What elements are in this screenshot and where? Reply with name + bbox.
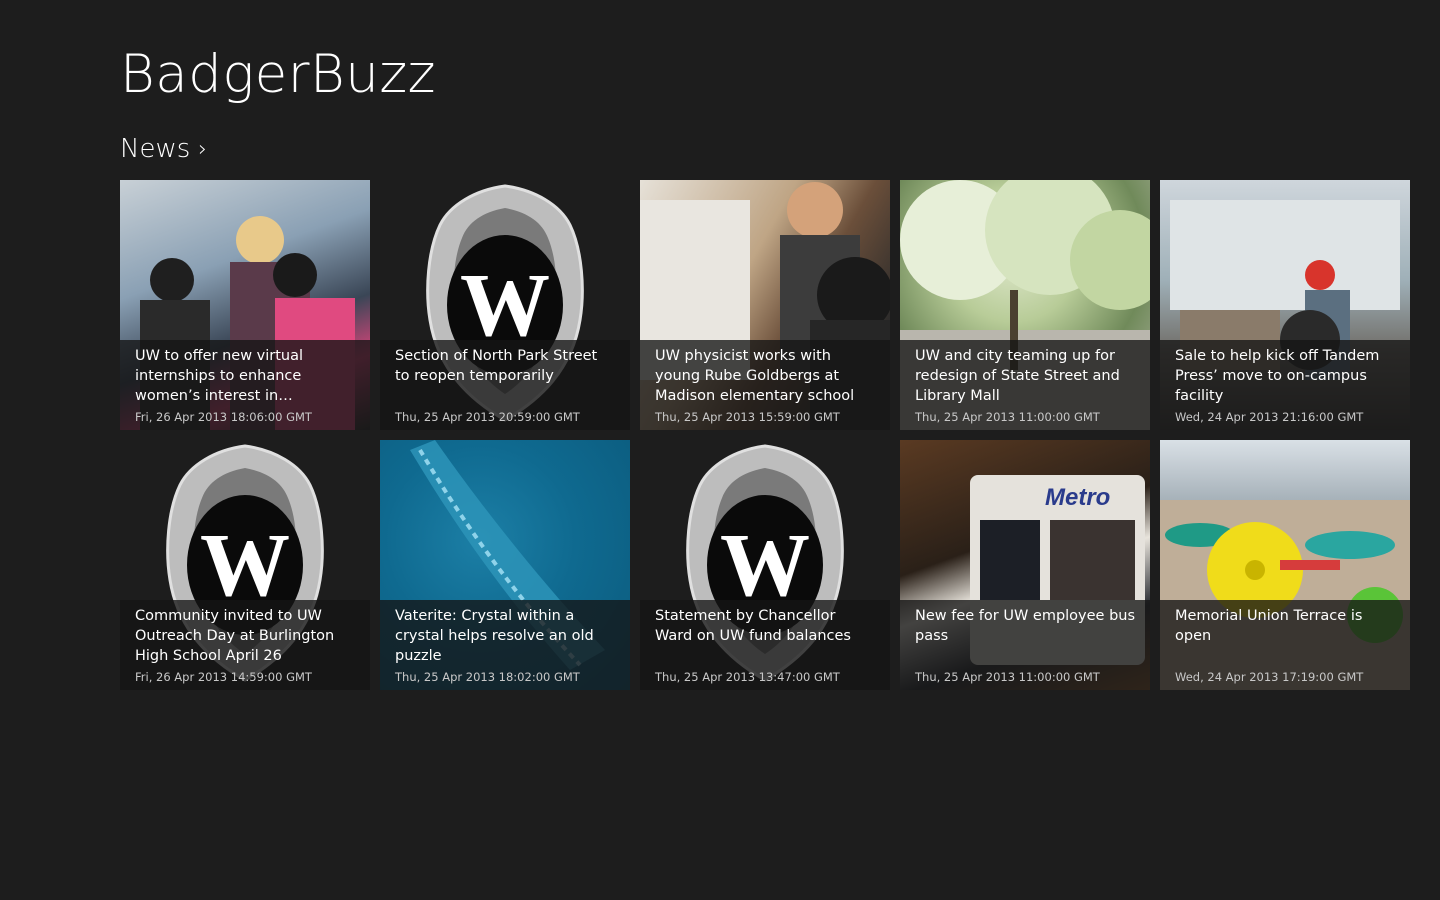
tile-headline: UW and city teaming up for redesign of S… xyxy=(915,348,1120,404)
news-tile[interactable]: Metro New fee for UW employee bus pass T… xyxy=(900,440,1150,690)
tile-date: Thu, 25 Apr 2013 13:47:00 GMT xyxy=(655,670,840,684)
tile-headline: UW physicist works with young Rube Goldb… xyxy=(655,348,855,404)
tile-caption: Sale to help kick off Tandem Press’ move… xyxy=(1160,340,1410,430)
tile-headline: Section of North Park Street to reopen t… xyxy=(395,348,598,384)
news-tile[interactable]: UW to offer new virtual internships to e… xyxy=(120,180,370,430)
tile-headline: Community invited to UW Outreach Day at … xyxy=(135,608,335,664)
tile-date: Fri, 26 Apr 2013 18:06:00 GMT xyxy=(135,410,312,424)
tile-date: Thu, 25 Apr 2013 15:59:00 GMT xyxy=(655,410,840,424)
news-tile[interactable]: Memorial Union Terrace is open Wed, 24 A… xyxy=(1160,440,1410,690)
tile-headline: Statement by Chancellor Ward on UW fund … xyxy=(655,608,851,644)
news-tile[interactable]: Vaterite: Crystal within a crystal helps… xyxy=(380,440,630,690)
tile-caption: Vaterite: Crystal within a crystal helps… xyxy=(380,600,630,690)
news-tile[interactable]: Sale to help kick off Tandem Press’ move… xyxy=(1160,180,1410,430)
tile-headline: Memorial Union Terrace is open xyxy=(1175,608,1363,644)
tile-caption: UW to offer new virtual internships to e… xyxy=(120,340,370,430)
tile-date: Wed, 24 Apr 2013 21:16:00 GMT xyxy=(1175,410,1364,424)
tile-caption: Memorial Union Terrace is open Wed, 24 A… xyxy=(1160,600,1410,690)
app-title: BadgerBuzz xyxy=(120,44,436,105)
section-title: News xyxy=(120,134,191,164)
tile-headline: UW to offer new virtual internships to e… xyxy=(135,348,304,404)
tile-caption: New fee for UW employee bus pass Thu, 25… xyxy=(900,600,1150,690)
news-tile[interactable]: W Statement by Chancellor Ward on UW fun… xyxy=(640,440,890,690)
news-tile[interactable]: UW and city teaming up for redesign of S… xyxy=(900,180,1150,430)
news-tile[interactable]: UW physicist works with young Rube Goldb… xyxy=(640,180,890,430)
tile-caption: UW and city teaming up for redesign of S… xyxy=(900,340,1150,430)
section-header-news[interactable]: News › xyxy=(120,134,207,164)
tile-date: Wed, 24 Apr 2013 17:19:00 GMT xyxy=(1175,670,1364,684)
tile-date: Thu, 25 Apr 2013 20:59:00 GMT xyxy=(395,410,580,424)
tile-date: Fri, 26 Apr 2013 14:59:00 GMT xyxy=(135,670,312,684)
chevron-right-icon: › xyxy=(198,136,208,162)
tile-caption: Section of North Park Street to reopen t… xyxy=(380,340,630,430)
tile-date: Thu, 25 Apr 2013 11:00:00 GMT xyxy=(915,670,1100,684)
tile-headline: Vaterite: Crystal within a crystal helps… xyxy=(395,608,594,664)
tile-date: Thu, 25 Apr 2013 11:00:00 GMT xyxy=(915,410,1100,424)
tile-caption: UW physicist works with young Rube Goldb… xyxy=(640,340,890,430)
tile-headline: New fee for UW employee bus pass xyxy=(915,608,1136,644)
news-grid: UW to offer new virtual internships to e… xyxy=(120,180,1410,690)
tile-headline: Sale to help kick off Tandem Press’ move… xyxy=(1175,348,1380,404)
news-tile[interactable]: W Section of North Park Street to reopen… xyxy=(380,180,630,430)
tile-caption: Statement by Chancellor Ward on UW fund … xyxy=(640,600,890,690)
tile-caption: Community invited to UW Outreach Day at … xyxy=(120,600,370,690)
tile-date: Thu, 25 Apr 2013 18:02:00 GMT xyxy=(395,670,580,684)
news-tile[interactable]: W Community invited to UW Outreach Day a… xyxy=(120,440,370,690)
svg-text:Metro: Metro xyxy=(1045,484,1110,511)
